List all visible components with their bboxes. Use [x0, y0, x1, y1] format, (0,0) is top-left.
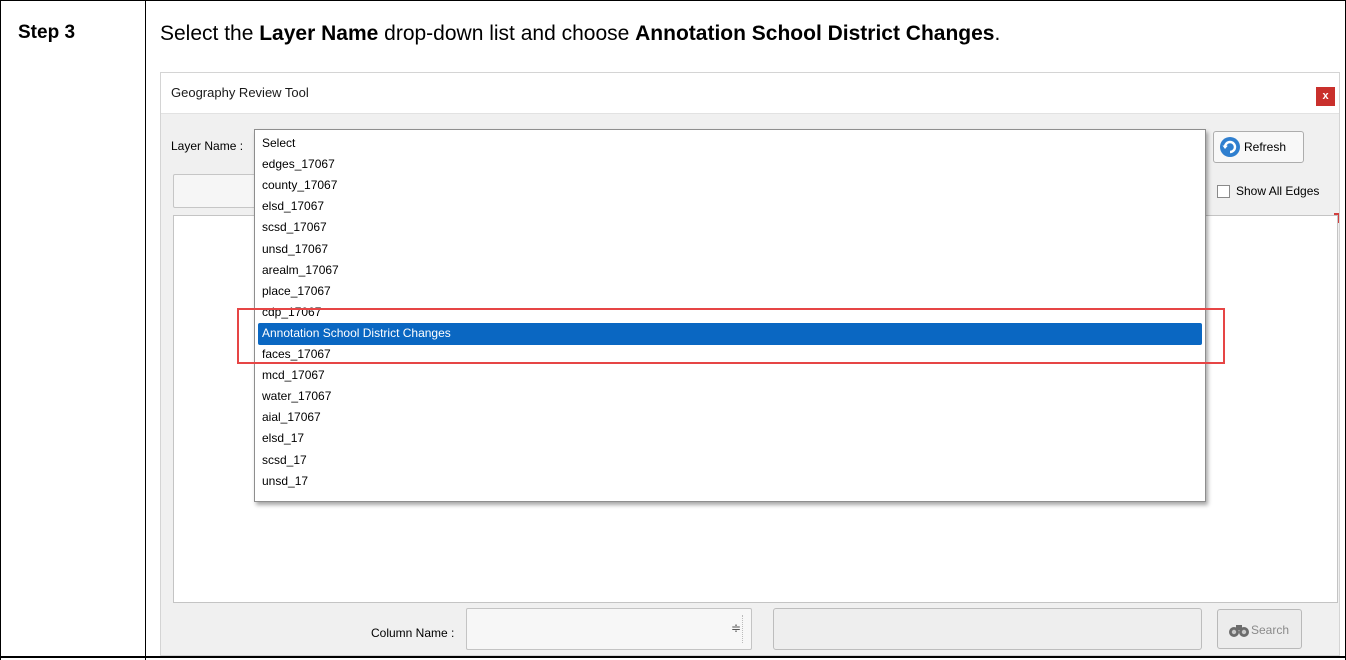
column-name-combobox[interactable]: ≑	[466, 608, 752, 650]
instruction-text: Select the Layer Name drop-down list and…	[160, 22, 1001, 45]
table-border-bottom	[0, 656, 1346, 658]
checkbox-box	[1217, 185, 1230, 199]
search-label: Search	[1251, 623, 1290, 637]
step-label: Step 3	[18, 22, 76, 43]
refresh-button[interactable]: Refresh	[1213, 131, 1304, 163]
dropdown-item[interactable]: unsd_17067	[258, 239, 1202, 261]
dropdown-item[interactable]: arealm_17067	[258, 260, 1202, 282]
dropdown-item[interactable]: elsd_17067	[258, 196, 1202, 218]
column-name-label: Column Name :	[371, 626, 455, 640]
instruction-layer-name: Layer Name	[259, 22, 379, 45]
refresh-label: Refresh	[1244, 140, 1287, 154]
dropdown-item[interactable]: place_17067	[258, 281, 1202, 303]
table-column-divider	[145, 0, 146, 660]
show-all-edges-label: Show All Edges	[1236, 184, 1320, 198]
dropdown-item[interactable]: county_17067	[258, 175, 1202, 197]
geography-review-tool-window: Geography Review Tool x Layer Name : Ref…	[160, 72, 1340, 656]
layer-name-label: Layer Name :	[171, 139, 244, 153]
search-button[interactable]: Search	[1217, 609, 1302, 649]
close-button[interactable]: x	[1316, 87, 1335, 106]
toolbar-button[interactable]	[173, 174, 257, 208]
dropdown-item[interactable]: water_17067	[258, 386, 1202, 408]
search-input[interactable]	[773, 608, 1202, 650]
title-bar: Geography Review Tool x	[161, 73, 1339, 114]
dropdown-item[interactable]: scsd_17067	[258, 217, 1202, 239]
refresh-icon	[1220, 137, 1240, 157]
dropdown-item[interactable]: aial_17067	[258, 407, 1202, 429]
show-all-edges-checkbox[interactable]: Show All Edges	[1217, 184, 1320, 199]
dropdown-item[interactable]: edges_17067	[258, 154, 1202, 176]
instruction-target-layer: Annotation School District Changes	[635, 22, 995, 45]
dropdown-item[interactable]: scsd_17	[258, 450, 1202, 472]
binoculars-icon	[1229, 625, 1249, 637]
table-border-top	[0, 0, 1346, 1]
combobox-arrows-icon: ≑	[730, 621, 741, 635]
dropdown-item[interactable]: mcd_17067	[258, 365, 1202, 387]
combobox-grip	[742, 615, 751, 643]
table-border-left	[0, 0, 1, 660]
highlight-annotation-box	[237, 308, 1225, 364]
window-title: Geography Review Tool	[171, 85, 309, 100]
dropdown-item[interactable]: unsd_17	[258, 471, 1202, 493]
dropdown-item[interactable]: elsd_17	[258, 428, 1202, 450]
dropdown-item[interactable]: Select	[258, 133, 1202, 155]
